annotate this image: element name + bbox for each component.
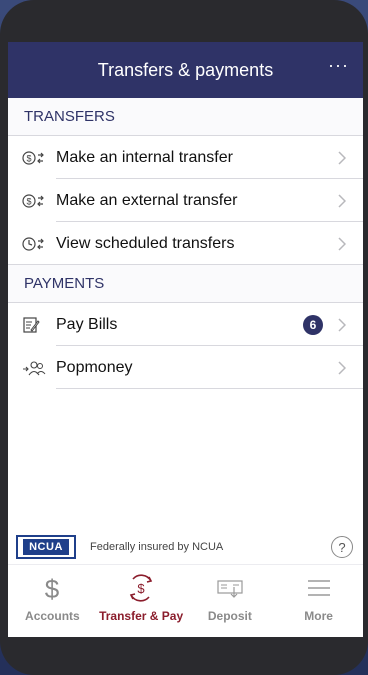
ncua-logo-text: NCUA [23, 539, 69, 555]
chevron-right-icon [333, 236, 351, 251]
tab-deposit[interactable]: Deposit [186, 565, 275, 637]
list-item-scheduled-transfers[interactable]: View scheduled transfers [8, 222, 363, 265]
check-deposit-icon [216, 573, 244, 603]
phone-frame: Transfers & payments ··· TRANSFERS $ Mak… [0, 0, 368, 675]
chevron-right-icon [333, 150, 351, 165]
tab-label: Accounts [25, 609, 80, 623]
chevron-right-icon [333, 360, 351, 375]
tab-more[interactable]: More [274, 565, 363, 637]
tab-label: More [304, 609, 333, 623]
transfer-pay-icon: $ [125, 573, 157, 603]
app-header: Transfers & payments ··· [8, 42, 363, 98]
clock-transfer-icon [22, 234, 48, 254]
section-heading: TRANSFERS [24, 108, 115, 125]
app-screen: Transfers & payments ··· TRANSFERS $ Mak… [8, 42, 363, 637]
people-transfer-icon [22, 358, 48, 378]
list-item-label: View scheduled transfers [56, 234, 235, 252]
count-badge: 6 [303, 314, 323, 335]
tab-bar: $ Accounts $ Transfer & Pay Deposit More [8, 564, 363, 637]
list-item-label: Popmoney [56, 358, 133, 376]
svg-text:$: $ [26, 153, 31, 163]
list-item-internal-transfer[interactable]: $ Make an internal transfer [8, 136, 363, 179]
tab-transfer-pay[interactable]: $ Transfer & Pay [97, 565, 186, 637]
ncua-insurance-bar: NCUA Federally insured by NCUA ? [8, 533, 363, 561]
chevron-right-icon [333, 193, 351, 208]
list-item-label: Make an internal transfer [56, 148, 233, 166]
tab-label: Deposit [207, 609, 252, 623]
section-heading: PAYMENTS [24, 275, 105, 292]
dollar-icon: $ [40, 573, 64, 603]
ncua-logo: NCUA [16, 535, 76, 559]
section-header-transfers: TRANSFERS [8, 98, 363, 136]
dollar-transfer-icon: $ [22, 148, 48, 168]
list-item-label: Make an external transfer [56, 191, 238, 209]
svg-text:$: $ [45, 574, 60, 602]
list-item-external-transfer[interactable]: $ Make an external transfer [8, 179, 363, 222]
list-item-popmoney[interactable]: Popmoney [8, 346, 363, 389]
svg-text:$: $ [138, 581, 146, 596]
list-item-label: Pay Bills [56, 315, 118, 333]
tab-accounts[interactable]: $ Accounts [8, 565, 97, 637]
dollar-transfer-icon: $ [22, 191, 48, 211]
help-button[interactable]: ? [331, 536, 353, 558]
page-title: Transfers & payments [97, 59, 274, 80]
svg-text:$: $ [26, 196, 31, 206]
section-header-payments: PAYMENTS [8, 265, 363, 303]
more-options-button[interactable]: ··· [328, 56, 349, 74]
tab-label: Transfer & Pay [99, 609, 184, 623]
chevron-right-icon [333, 317, 351, 332]
bill-icon [22, 315, 48, 335]
menu-icon [306, 573, 332, 603]
list-item-pay-bills[interactable]: Pay Bills 6 [8, 303, 363, 346]
ncua-insured-text: Federally insured by NCUA [90, 541, 224, 553]
